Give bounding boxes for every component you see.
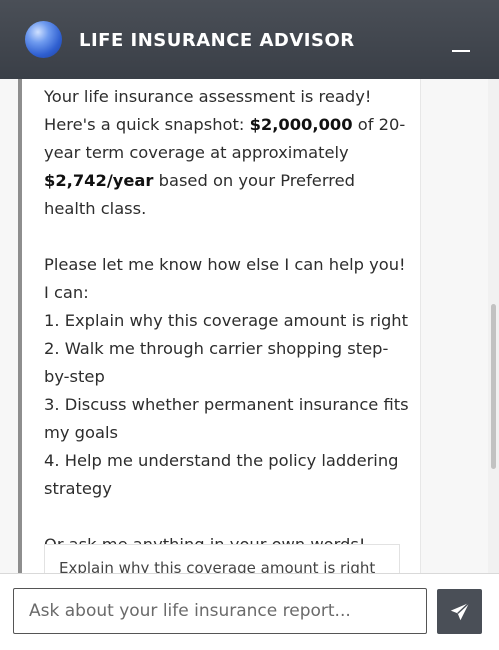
coverage-amount: $2,000,000 [249,115,353,134]
suggestion-button[interactable]: Explain why this coverage amount is righ… [44,544,400,573]
message-text: Your life insurance assessment is ready!… [44,83,410,559]
option-item: 4. Help me understand the policy ladderi… [44,451,399,498]
minimize-icon[interactable] [452,50,470,52]
option-item: 1. Explain why this coverage amount is r… [44,311,409,330]
help-prompt: Please let me know how else I can help y… [44,255,406,302]
option-item: 3. Discuss whether permanent insurance f… [44,395,409,442]
input-bar [0,573,499,650]
option-item: 2. Walk me through carrier shopping step… [44,339,389,386]
globe-icon [25,21,62,58]
send-icon [450,602,470,621]
chat-header: LIFE INSURANCE ADVISOR [0,0,499,80]
assistant-message: Your life insurance assessment is ready!… [18,79,421,573]
assessment-summary: Your life insurance assessment is ready!… [44,83,410,223]
scrollbar[interactable] [488,79,499,573]
scrollbar-thumb[interactable] [491,304,496,469]
chat-messages[interactable]: Your life insurance assessment is ready!… [0,79,499,573]
chat-input[interactable] [13,588,427,634]
send-button[interactable] [437,589,482,634]
premium-amount: $2,742/year [44,171,154,190]
chat-title: LIFE INSURANCE ADVISOR [79,30,355,51]
suggestion-label: Explain why this coverage amount is righ… [59,559,376,573]
